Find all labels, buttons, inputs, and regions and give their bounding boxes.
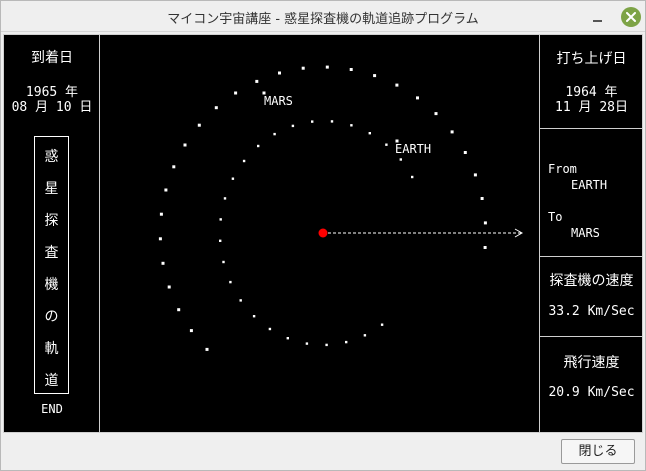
vertical-title-char: 軌 <box>44 341 59 357</box>
vertical-title-char: 惑 <box>44 149 59 165</box>
earth-orbit-dot <box>411 175 414 179</box>
mars-orbit-dot <box>373 74 377 78</box>
earth-orbit-dot <box>380 323 384 326</box>
earth-orbit-dot <box>231 177 235 180</box>
earth-orbit-dot <box>305 342 309 345</box>
to-value: MARS <box>571 226 600 240</box>
mars-orbit-dot <box>395 83 399 87</box>
earth-orbit-dot <box>252 315 256 318</box>
earth-orbit-dot <box>229 280 232 284</box>
sun-marker <box>318 228 328 238</box>
launch-date-label: 打ち上げ日 <box>556 51 627 67</box>
launch-date-section: 打ち上げ日 1964 年 11 月 28日 <box>540 35 643 129</box>
close-button[interactable]: 閉じる <box>561 439 635 464</box>
earth-orbit-dot <box>345 340 348 344</box>
earth-orbit-dot <box>363 334 367 337</box>
minimize-button[interactable] <box>591 10 605 24</box>
earth-orbit-dot <box>222 260 225 264</box>
to-label: To <box>548 210 563 224</box>
earth-orbit-dot <box>311 120 314 123</box>
mars-orbit-dot <box>480 197 484 200</box>
earth-label: EARTH <box>395 142 431 156</box>
mars-orbit-dot <box>172 165 176 169</box>
title-bar: マイコン宇宙講座 - 惑星探査機の軌道追跡プログラム <box>1 1 645 32</box>
window-close-button[interactable] <box>621 7 641 27</box>
earth-orbit-dot <box>219 218 222 221</box>
mars-orbit-dot <box>325 65 329 69</box>
window-title: マイコン宇宙講座 - 惑星探査機の軌道追跡プログラム <box>167 12 479 27</box>
earth-orbit-dot <box>399 158 402 161</box>
display-area: 到着日 1965 年 08 月 10 日 惑 星 探 査 機 の 軌 道 END <box>3 34 643 433</box>
mars-orbit-dot <box>278 71 281 75</box>
vertical-title-char: の <box>44 309 59 325</box>
orbit-canvas: MARS EARTH <box>158 65 524 351</box>
mars-orbit-dot <box>158 237 162 241</box>
mars-orbit-dot <box>214 106 218 110</box>
earth-orbit-dot <box>239 299 242 302</box>
mars-orbit-dot <box>205 347 209 351</box>
end-label: END <box>41 402 63 416</box>
mars-orbit-dot <box>349 68 353 71</box>
mars-orbit-dot <box>159 212 163 216</box>
mars-orbit-dot <box>483 246 487 249</box>
mars-orbit-dot <box>416 96 419 100</box>
probe-speed-section: 探査機の速度 33.2 Km/Sec <box>540 257 643 337</box>
mars-orbit-dot <box>167 285 171 289</box>
mars-orbit-dot <box>255 79 259 83</box>
earth-orbit-dot <box>385 143 388 146</box>
mars-orbit-dot <box>483 221 487 225</box>
mars-orbit-dot <box>463 151 467 154</box>
route-section: From EARTH To MARS <box>540 129 643 257</box>
earth-orbit-dot <box>368 132 371 135</box>
mars-orbit-dot <box>164 188 168 192</box>
arrival-panel: 到着日 1965 年 08 月 10 日 惑 星 探 査 機 の 軌 道 END <box>4 35 100 432</box>
launch-month-day: 11 月 28日 <box>555 100 628 115</box>
mars-orbit-dot <box>434 112 438 116</box>
flight-speed-section: 飛行速度 20.9 Km/Sec <box>540 337 643 432</box>
earth-orbit-dot <box>223 197 227 200</box>
info-panel: 打ち上げ日 1964 年 11 月 28日 From EARTH To MARS… <box>539 35 643 432</box>
arrival-month-day: 08 月 10 日 <box>11 100 93 115</box>
mars-orbit-dot <box>177 308 181 312</box>
flight-speed-value: 20.9 Km/Sec <box>548 385 635 400</box>
mars-orbit-dot <box>473 173 477 177</box>
earth-orbit-dot <box>286 337 289 340</box>
probe-speed-label: 探査機の速度 <box>549 273 634 289</box>
vertical-title-char: 査 <box>44 245 59 261</box>
earth-orbit-dot <box>268 327 272 331</box>
app-window: マイコン宇宙講座 - 惑星探査機の軌道追跡プログラム 到着日 1965 年 08… <box>0 0 646 471</box>
from-label: From <box>548 162 577 176</box>
earth-orbit-dot <box>350 124 353 127</box>
mars-orbit-dot <box>450 130 454 134</box>
mars-orbit-dot <box>197 123 201 127</box>
earth-orbit-dot <box>291 124 295 128</box>
mars-orbit-points <box>158 65 487 351</box>
vertical-title-box: 惑 星 探 査 機 の 軌 道 <box>34 136 69 394</box>
earth-orbit-dot <box>325 343 328 347</box>
probe-speed-value: 33.2 Km/Sec <box>548 304 635 319</box>
orbit-view: MARS EARTH <box>101 35 539 432</box>
vertical-title-char: 探 <box>44 213 59 229</box>
earth-orbit-dot <box>242 159 246 163</box>
earth-orbit-dot <box>257 144 260 148</box>
mars-orbit-dot <box>234 91 238 95</box>
close-icon <box>626 12 636 22</box>
earth-orbit-dot <box>219 239 222 242</box>
mars-label: MARS <box>264 94 293 108</box>
earth-orbit-dot <box>330 120 334 123</box>
vertical-title-char: 道 <box>44 373 59 389</box>
mars-orbit-dot <box>189 329 193 333</box>
arrival-date-label: 到着日 <box>31 50 73 66</box>
mars-orbit-dot <box>161 261 165 265</box>
earth-orbit-dot <box>273 132 276 136</box>
vertical-title-char: 機 <box>44 277 59 293</box>
from-value: EARTH <box>571 178 608 192</box>
mars-orbit-dot <box>301 66 305 70</box>
flight-speed-label: 飛行速度 <box>563 355 620 371</box>
vertical-title-char: 星 <box>44 181 59 197</box>
mars-orbit-dot <box>183 143 187 147</box>
